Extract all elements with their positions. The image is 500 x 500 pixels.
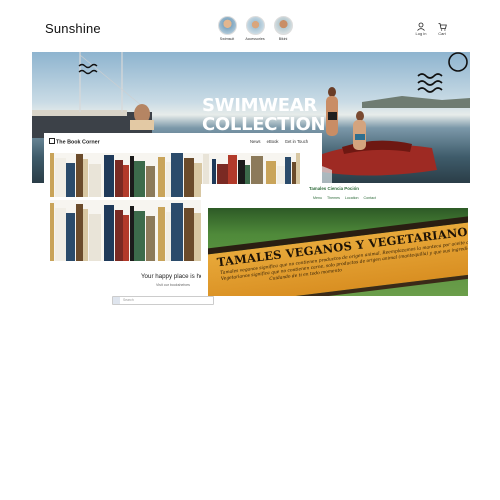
nav-menu[interactable]: Menu <box>313 196 322 200</box>
book-spine <box>54 158 66 197</box>
category-bikini[interactable]: Bikini <box>269 16 297 41</box>
book-spine <box>83 209 89 261</box>
book-spine <box>183 158 194 197</box>
book-spine <box>183 208 194 261</box>
nav-themes[interactable]: Themes <box>327 196 340 200</box>
book-corner-logo[interactable]: The Book Corner <box>49 138 100 146</box>
book-spine <box>114 160 123 197</box>
sunshine-header: Sunshine Swimsuit Accessories Bikini Log… <box>0 0 500 52</box>
tamales-nav: Menu Themes Location Contact <box>313 196 380 200</box>
book-spine <box>104 205 114 261</box>
login-label: Log in <box>415 31 427 36</box>
book-spine <box>165 162 171 197</box>
book-spine <box>89 164 101 197</box>
book-spine <box>171 153 184 197</box>
book-search-field[interactable]: Search <box>112 296 214 305</box>
user-icon <box>417 22 425 31</box>
category-label: Swimsuit <box>219 37 235 41</box>
login-button[interactable]: Log in <box>411 22 431 36</box>
tamales-window: Tamales Ciencia Poción Menu Themes Locat… <box>201 184 471 296</box>
cart-button[interactable]: Cart <box>432 22 452 36</box>
book-spine <box>171 203 184 261</box>
nav-ebook[interactable]: eBook <box>267 139 279 144</box>
book-spine <box>83 159 89 197</box>
avatar-bikini-icon <box>273 16 293 35</box>
hero-title-line1: SWIMWEAR <box>202 95 317 116</box>
book-corner-tagline: Your happy place is he <box>141 273 204 280</box>
book-spine <box>134 161 146 197</box>
nav-get-in-touch[interactable]: Get in Touch <box>285 139 308 144</box>
book-spine <box>158 207 165 261</box>
book-spine <box>114 210 123 261</box>
category-accessories[interactable]: Accessories <box>241 16 269 41</box>
book-spine <box>54 208 66 261</box>
book-icon <box>49 138 55 144</box>
book-spine <box>89 214 101 261</box>
book-search-placeholder: Search <box>123 298 134 302</box>
nav-contact[interactable]: Contact <box>364 196 376 200</box>
book-spine <box>66 163 76 197</box>
book-spine <box>75 204 83 261</box>
search-icon[interactable] <box>113 297 120 304</box>
hero-title-line2: COLLECTION <box>202 114 326 135</box>
book-spine <box>123 165 130 197</box>
tamales-site-title[interactable]: Tamales Ciencia Poción <box>309 186 359 191</box>
book-spine <box>165 212 171 261</box>
category-label: Bikini <box>278 37 288 41</box>
category-swimsuit[interactable]: Swimsuit <box>213 16 241 41</box>
nav-news[interactable]: News <box>250 139 260 144</box>
wave-doodle-left-icon <box>78 63 98 75</box>
cart-label: Cart <box>438 31 446 36</box>
book-spine <box>129 156 134 197</box>
category-label: Accessories <box>245 37 265 41</box>
book-corner-nav: News eBook Get in Touch <box>250 139 313 144</box>
avatar-swimsuit-icon <box>217 16 237 35</box>
book-spine <box>134 211 146 261</box>
tamales-sign: TAMALES VEGANOS Y VEGETARIANOS Tamales v… <box>208 214 468 296</box>
book-spine <box>146 166 155 197</box>
book-spine <box>123 215 130 261</box>
book-spine <box>104 155 114 197</box>
tamales-sign-photo: TAMALES VEGANOS Y VEGETARIANOS Tamales v… <box>208 208 468 296</box>
nav-location[interactable]: Location <box>345 196 359 200</box>
book-spine <box>75 154 83 197</box>
book-spine <box>129 206 134 261</box>
cart-icon <box>438 23 447 31</box>
book-spine <box>50 153 54 197</box>
avatar-accessories-icon <box>245 16 265 35</box>
book-corner-link[interactable]: Visit our bookshelves <box>156 283 190 287</box>
book-spine <box>146 216 155 261</box>
book-corner-title: The Book Corner <box>56 139 100 146</box>
book-spine <box>158 157 165 197</box>
hero-title: SWIMWEAR COLLECTION <box>202 95 326 135</box>
book-spine <box>66 213 76 261</box>
book-spine <box>50 203 54 261</box>
brand-logo[interactable]: Sunshine <box>45 21 101 36</box>
wave-doodle-icon <box>417 52 468 93</box>
